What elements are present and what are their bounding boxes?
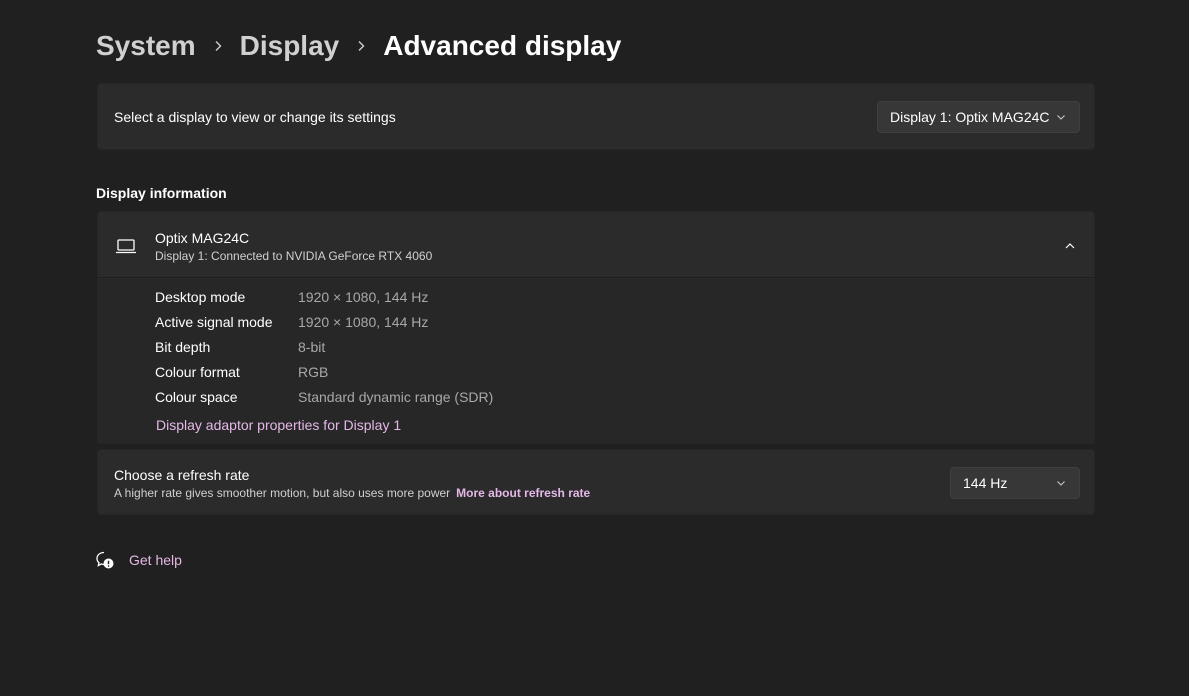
get-help-label: Get help: [129, 552, 182, 568]
chevron-down-icon: [1057, 481, 1065, 486]
display-adaptor-properties-link[interactable]: Display adaptor properties for Display 1: [156, 417, 401, 433]
display-info-details: Desktop mode 1920 × 1080, 144 Hz Active …: [98, 279, 1094, 443]
display-select-dropdown[interactable]: Display 1: Optix MAG24C: [877, 101, 1080, 133]
monitor-connection: Display 1: Connected to NVIDIA GeForce R…: [155, 249, 433, 263]
help-chat-icon: [96, 551, 114, 569]
refresh-rate-value: 144 Hz: [963, 475, 1008, 491]
laptop-icon: [116, 239, 136, 254]
more-about-refresh-rate-link[interactable]: More about refresh rate: [456, 486, 590, 500]
info-label: Active signal mode: [155, 314, 273, 330]
info-label: Desktop mode: [155, 289, 246, 305]
display-info-header[interactable]: Optix MAG24C Display 1: Connected to NVI…: [98, 212, 1094, 278]
info-value: RGB: [298, 364, 329, 380]
info-value: 1920 × 1080, 144 Hz: [298, 289, 429, 305]
breadcrumb-display[interactable]: Display: [240, 30, 340, 62]
select-display-label: Select a display to view or change its s…: [114, 109, 396, 125]
display-info-expander: Optix MAG24C Display 1: Connected to NVI…: [97, 211, 1095, 444]
monitor-name: Optix MAG24C: [155, 230, 250, 246]
chevron-right-icon: [339, 24, 383, 68]
chevron-down-icon: [1057, 115, 1065, 120]
display-select-value: Display 1: Optix MAG24C: [890, 109, 1050, 125]
info-value: Standard dynamic range (SDR): [298, 389, 494, 405]
chevron-right-icon: [196, 24, 240, 68]
chevron-up-icon[interactable]: [1060, 236, 1080, 256]
refresh-rate-description: A higher rate gives smoother motion, but…: [114, 486, 451, 500]
display-information-heading: Display information: [96, 185, 227, 201]
refresh-rate-title: Choose a refresh rate: [114, 467, 250, 483]
refresh-rate-description-line: A higher rate gives smoother motion, but…: [114, 486, 590, 500]
breadcrumb: System Display Advanced display: [96, 24, 621, 68]
info-label: Bit depth: [155, 339, 211, 355]
select-display-card: Select a display to view or change its s…: [97, 83, 1095, 150]
info-value: 1920 × 1080, 144 Hz: [298, 314, 429, 330]
advanced-display-page: System Display Advanced display Select a…: [0, 0, 1189, 696]
refresh-rate-dropdown[interactable]: 144 Hz: [950, 467, 1080, 499]
get-help-link[interactable]: Get help: [95, 549, 182, 571]
page-title: Advanced display: [383, 30, 622, 61]
refresh-rate-card: Choose a refresh rate A higher rate give…: [97, 449, 1095, 515]
info-label: Colour format: [155, 364, 240, 380]
info-value: 8-bit: [298, 339, 326, 355]
breadcrumb-system[interactable]: System: [96, 30, 196, 62]
info-label: Colour space: [155, 389, 238, 405]
